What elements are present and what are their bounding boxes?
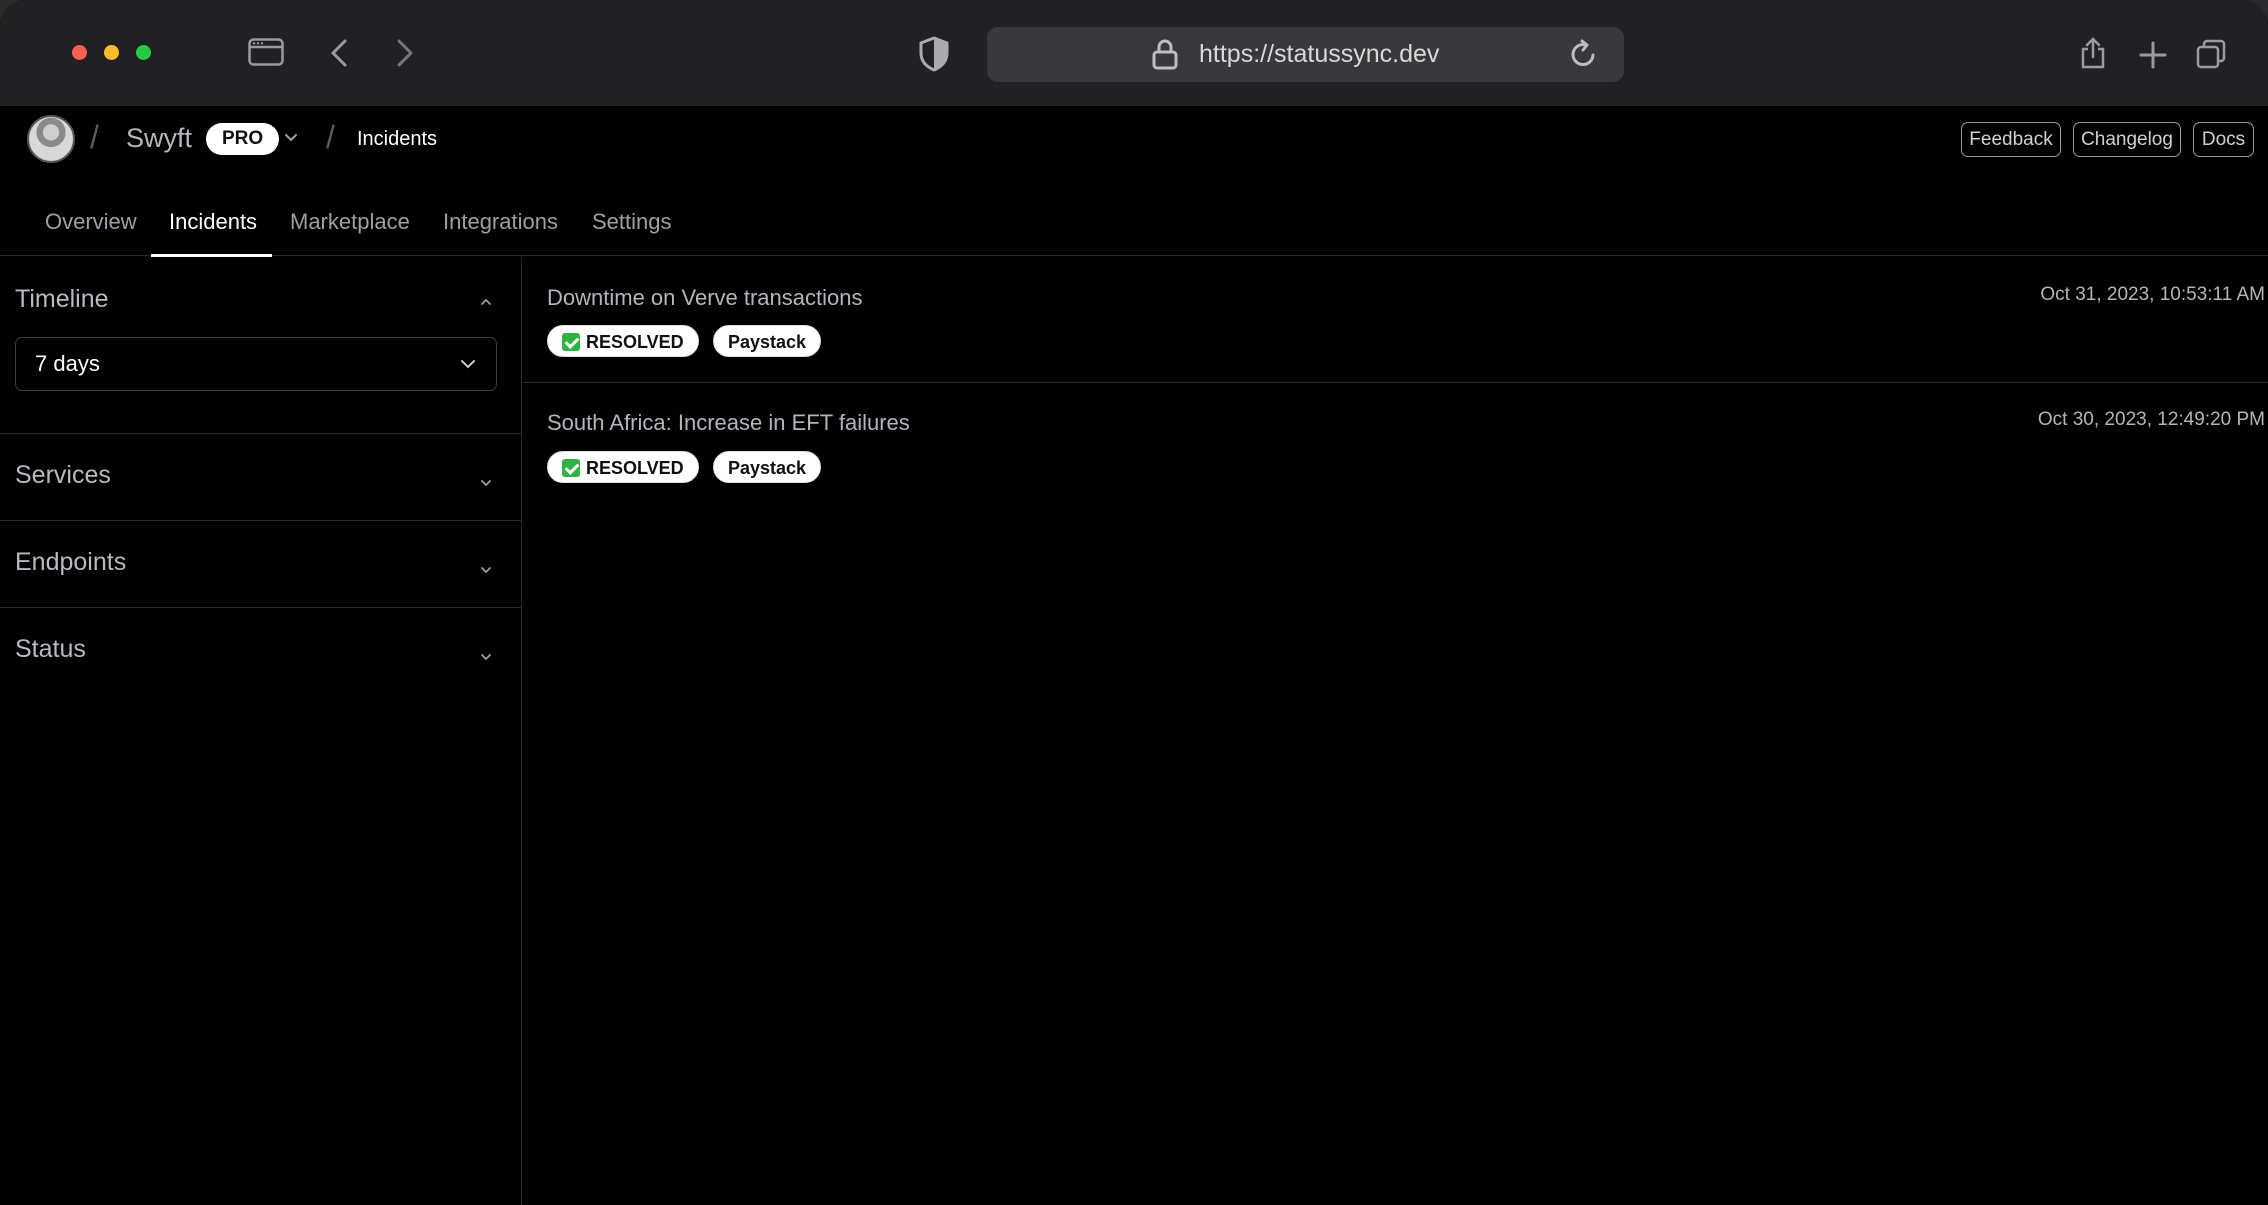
list-item[interactable]: Downtime on Verve transactions Oct 31, 2… <box>523 257 2268 383</box>
status-badge: RESOLVED <box>547 451 699 483</box>
close-window-button[interactable] <box>72 45 87 60</box>
app-header: / Swyft PRO / Incidents Feedback Changel… <box>0 106 2268 257</box>
timeline-select-value: 7 days <box>35 351 100 376</box>
chevron-down-icon <box>460 356 476 374</box>
breadcrumb-current: Incidents <box>357 128 438 150</box>
main-tabs: Overview Incidents Marketplace Integrati… <box>0 206 2268 256</box>
docs-button[interactable]: Docs <box>2193 122 2254 157</box>
address-bar[interactable]: https://statussync.dev <box>987 27 1624 82</box>
org-name[interactable]: Swyft <box>126 123 192 154</box>
chevron-up-icon[interactable] <box>480 293 492 311</box>
maximize-window-button[interactable] <box>136 45 151 60</box>
plan-badge: PRO <box>206 123 280 155</box>
tab-marketplace[interactable]: Marketplace <box>290 206 410 256</box>
minimize-window-button[interactable] <box>104 45 119 60</box>
endpoints-section[interactable]: Endpoints <box>0 521 522 608</box>
sidebar-toggle-icon[interactable] <box>248 38 284 66</box>
browser-toolbar: https://statussync.dev <box>0 0 2268 106</box>
timeline-select[interactable]: 7 days <box>15 337 497 391</box>
status-section[interactable]: Status <box>0 608 522 695</box>
list-item[interactable]: South Africa: Increase in EFT failures O… <box>523 383 2268 509</box>
status-section-title[interactable]: Status <box>15 635 86 664</box>
chevron-down-icon[interactable] <box>480 648 492 666</box>
tab-incidents[interactable]: Incidents <box>169 206 257 256</box>
check-icon <box>562 459 580 477</box>
privacy-shield-icon[interactable] <box>918 36 950 72</box>
services-section-title[interactable]: Services <box>15 461 111 490</box>
timeline-section-title[interactable]: Timeline <box>15 285 109 314</box>
chevron-down-icon[interactable] <box>480 474 492 492</box>
service-badge: Paystack <box>713 451 822 483</box>
status-badge: RESOLVED <box>547 325 699 357</box>
avatar[interactable] <box>27 115 75 163</box>
services-section[interactable]: Services <box>0 434 522 521</box>
filter-sidebar: Timeline 7 days Services Endpoints Statu… <box>0 257 522 1205</box>
changelog-button[interactable]: Changelog <box>2073 122 2181 157</box>
lock-icon <box>1152 38 1178 70</box>
org-switcher-chevron-icon[interactable] <box>284 130 298 148</box>
endpoints-section-title[interactable]: Endpoints <box>15 548 126 577</box>
browser-window: https://statussync.dev / Swyft PRO / Inc… <box>0 0 2268 1205</box>
tab-overview-icon[interactable] <box>2196 39 2226 69</box>
feedback-button[interactable]: Feedback <box>1961 122 2061 157</box>
incident-timestamp: Oct 30, 2023, 12:49:20 PM <box>2037 409 2265 430</box>
incident-title[interactable]: South Africa: Increase in EFT failures <box>547 410 910 436</box>
breadcrumb-separator: / <box>326 119 335 155</box>
new-tab-icon[interactable] <box>2138 40 2168 70</box>
timeline-section: Timeline 7 days <box>0 257 522 434</box>
tab-settings[interactable]: Settings <box>592 206 672 256</box>
forward-icon[interactable] <box>396 38 414 68</box>
service-badge: Paystack <box>713 325 822 357</box>
reload-icon[interactable] <box>1570 39 1598 69</box>
breadcrumb-separator: / <box>90 119 99 155</box>
url-text: https://statussync.dev <box>1199 40 1440 68</box>
check-icon <box>562 333 580 351</box>
tab-integrations[interactable]: Integrations <box>443 206 558 256</box>
incident-timestamp: Oct 31, 2023, 10:53:11 AM <box>2040 284 2265 305</box>
chevron-down-icon[interactable] <box>480 561 492 579</box>
back-icon[interactable] <box>330 38 348 68</box>
incident-list: Downtime on Verve transactions Oct 31, 2… <box>523 257 2268 1205</box>
share-icon[interactable] <box>2080 36 2106 70</box>
tab-overview[interactable]: Overview <box>45 206 137 256</box>
incident-title[interactable]: Downtime on Verve transactions <box>547 285 863 311</box>
